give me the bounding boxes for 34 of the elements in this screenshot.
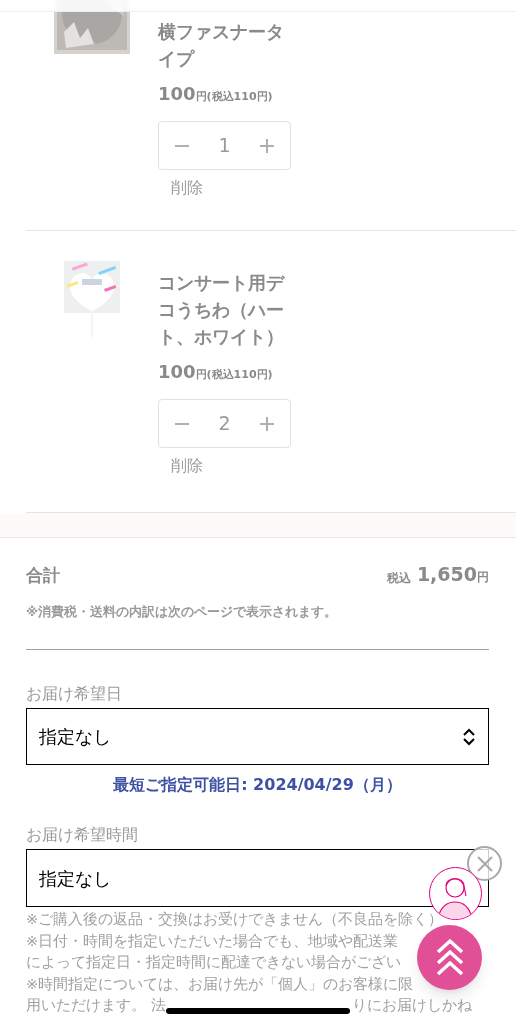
- remove-link[interactable]: 削除: [171, 454, 203, 478]
- minus-icon: [175, 422, 189, 425]
- plus-icon: [260, 138, 274, 153]
- tax-note: ※消費税・送料の内訳は次のページで表示されます。: [26, 602, 339, 621]
- product-title[interactable]: コンサート用デコうちわ（ハート、ホワイト）: [158, 269, 298, 350]
- field-label: お届け希望時間: [26, 824, 139, 847]
- plus-icon: [260, 416, 274, 431]
- close-icon: [476, 855, 493, 872]
- earliest-date: 最短ご指定可能日: 2024/04/29（月）: [112, 774, 403, 797]
- increase-button[interactable]: [258, 414, 276, 433]
- remove-link[interactable]: 削除: [171, 176, 203, 200]
- notice-text: ※日付・時間を指定いただいた場合でも、地域や配送業: [26, 931, 399, 951]
- notice-text: ※時間指定については、お届け先が「個人」のお客様に限: [26, 974, 414, 994]
- select-arrows-icon: [462, 727, 476, 746]
- total-label: 合計: [26, 564, 60, 587]
- total-amount: 1,650円: [416, 562, 489, 587]
- quantity-field[interactable]: 1: [218, 131, 231, 160]
- notice-text: によって指定日・指定時間に配達できない場合がござい: [26, 953, 401, 973]
- date-select[interactable]: 指定なし: [26, 708, 489, 766]
- increase-button[interactable]: [258, 136, 276, 155]
- scroll-top-button[interactable]: [417, 925, 482, 990]
- time-select[interactable]: 指定なし: [26, 849, 489, 908]
- notice-text: 用いただけます。 法: [26, 996, 166, 1016]
- minus-icon: [175, 144, 189, 147]
- double-chevron-up-icon: [435, 937, 464, 978]
- field-label: お届け希望日: [26, 683, 123, 706]
- quantity-field[interactable]: 2: [218, 409, 231, 438]
- product-title[interactable]: 横ファスナータイプ: [158, 18, 298, 72]
- product-price: 100円(税込110円): [158, 360, 274, 384]
- close-button[interactable]: [467, 846, 502, 881]
- tax-label: 税込: [386, 569, 411, 587]
- notice-text: りにお届けしかね: [351, 996, 472, 1016]
- notice-text: ※ご購入後の返品・交換はお受けできません（不良品を除く）: [26, 910, 444, 930]
- product-price: 100円(税込110円): [158, 82, 274, 106]
